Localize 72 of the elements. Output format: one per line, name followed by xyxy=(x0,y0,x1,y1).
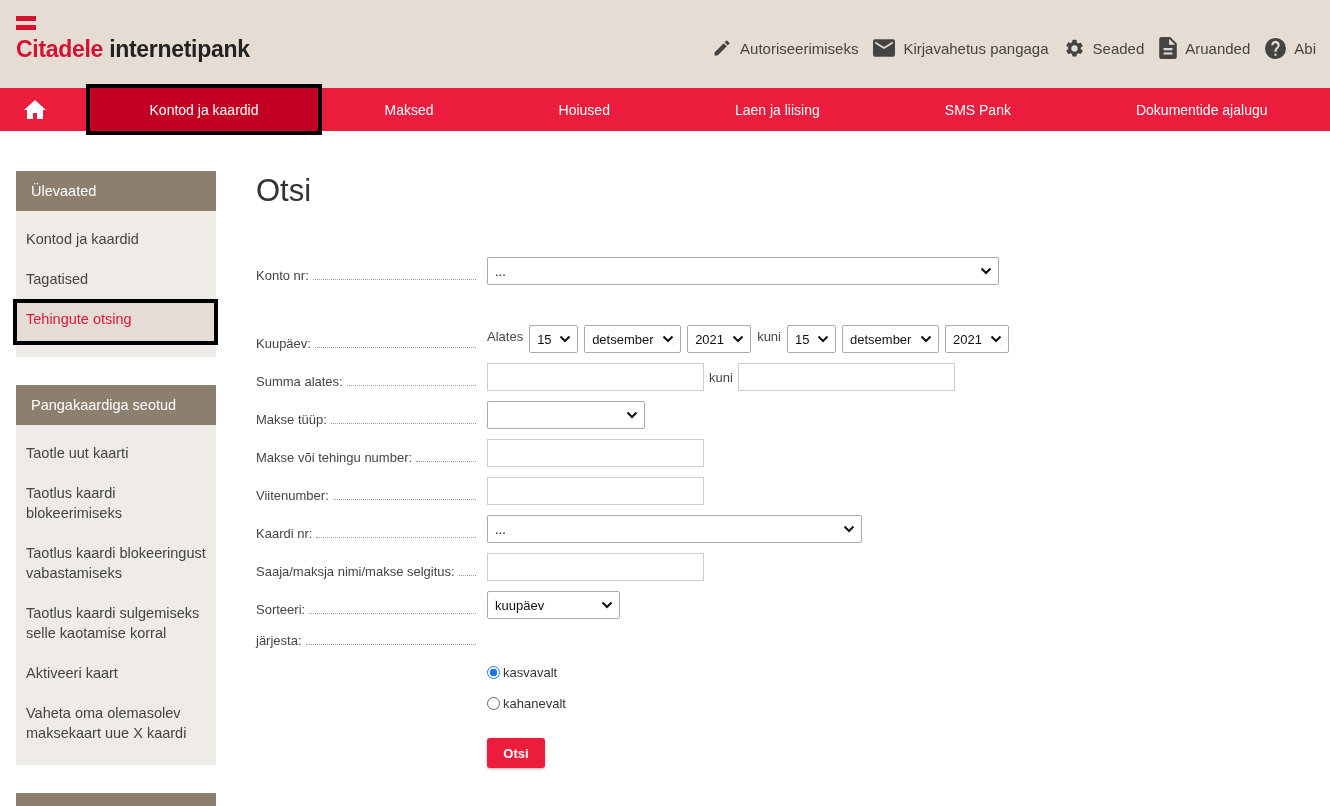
text-input[interactable] xyxy=(487,553,704,581)
date-to-label: kuni xyxy=(757,328,781,344)
date-from-label: Alates xyxy=(487,328,524,344)
sidebar-item[interactable]: Taotlus kaardi sulgemiseks selle kaotamise korral xyxy=(16,593,216,653)
select-field[interactable]: detsember xyxy=(842,325,939,353)
radio-button[interactable] xyxy=(487,666,500,679)
sidebar-item[interactable]: Aktiveeri kaart xyxy=(16,653,216,693)
logo-text[interactable]: Citadele internetipank xyxy=(16,36,250,63)
field-label: Summa alates: xyxy=(256,374,343,389)
search-button[interactable]: Otsi xyxy=(487,738,545,768)
nav-tab[interactable]: SMS Pank xyxy=(882,88,1074,131)
text-input[interactable] xyxy=(487,477,704,505)
range-label: kuni xyxy=(709,369,733,385)
select-field[interactable]: 15 xyxy=(787,325,836,353)
radio-button[interactable] xyxy=(487,697,500,710)
top-link[interactable]: Kirjavahetus pangaga xyxy=(873,37,1049,59)
top-link[interactable]: Seaded xyxy=(1063,37,1145,59)
field-label: Saaja/maksja nimi/makse selgitus: xyxy=(256,564,455,579)
top-link[interactable]: Abi xyxy=(1265,37,1316,59)
field-label: Makse või tehingu number: xyxy=(256,450,413,465)
field-label: Sorteeri: xyxy=(256,602,306,617)
field-label: Viitenumber: xyxy=(256,488,329,503)
field-label: Makse tüüp: xyxy=(256,412,327,427)
select-field[interactable]: 15 xyxy=(529,325,579,353)
logo-bars-icon xyxy=(16,16,36,30)
sidebar-item[interactable]: Taotlus kaardi blokeerimiseks xyxy=(16,473,216,533)
select-field[interactable]: 2021 xyxy=(945,325,1009,353)
sidebar-item[interactable]: Tagatised xyxy=(16,259,216,299)
nav-tab[interactable]: Kontod ja kaardid xyxy=(86,84,322,135)
field-label: Konto nr: xyxy=(256,268,309,283)
amount-to-input[interactable] xyxy=(737,363,955,391)
select-field[interactable]: 2021 xyxy=(687,325,752,353)
radio-label[interactable]: kasvavalt xyxy=(503,665,558,680)
sidebar-item[interactable]: Vaheta oma olemasolev maksekaart uue X kaardi xyxy=(16,693,216,753)
sidebar-item[interactable]: Taotlus kaardi blokeeringust vabastamiseks xyxy=(16,533,216,593)
chevron-icon xyxy=(980,267,992,275)
chevron-icon xyxy=(662,335,675,343)
field-label: järjesta: xyxy=(256,633,302,648)
top-link[interactable]: Autoriseerimiseks xyxy=(712,37,859,59)
select-field[interactable] xyxy=(487,401,645,429)
document-icon xyxy=(1159,37,1178,59)
nav-tab[interactable]: Hoiused xyxy=(496,88,673,131)
nav-tab[interactable]: Laen ja liising xyxy=(672,88,883,131)
chevron-icon xyxy=(559,335,572,343)
chevron-icon xyxy=(732,335,745,343)
text-input[interactable] xyxy=(487,439,704,467)
chevron-icon xyxy=(990,335,1002,343)
envelope-icon xyxy=(873,39,896,57)
amount-from-input[interactable] xyxy=(487,363,704,391)
sidebar-item[interactable]: Kontod ja kaardid xyxy=(16,219,216,259)
nav-tab[interactable]: Dokumentide ajalugu xyxy=(1073,88,1330,131)
chevron-icon xyxy=(601,601,613,609)
radio-label[interactable]: kahanevalt xyxy=(503,696,566,711)
page-title: Otsi xyxy=(256,173,313,209)
settings-icon xyxy=(1063,37,1085,59)
field-label: Kuupäev: xyxy=(256,336,311,351)
chevron-icon xyxy=(817,335,829,343)
select-field[interactable]: detsember xyxy=(584,325,682,353)
select-field[interactable]: kuupäev xyxy=(487,591,620,619)
sidebar-heading: Ülevaated xyxy=(16,171,216,211)
select-field[interactable]: ... xyxy=(487,515,862,543)
chevron-icon xyxy=(843,525,855,533)
sidebar-item[interactable]: Tehingute otsing xyxy=(13,299,218,345)
select-field[interactable]: ... xyxy=(487,257,999,285)
sidebar-item[interactable]: Taotle uut kaarti xyxy=(16,433,216,473)
chevron-icon xyxy=(920,335,932,343)
nav-tab[interactable]: Maksed xyxy=(322,88,497,131)
field-label: Kaardi nr: xyxy=(256,526,313,541)
help-icon xyxy=(1265,37,1287,59)
chevron-icon xyxy=(626,411,638,419)
top-link[interactable]: Aruanded xyxy=(1159,37,1251,59)
sidebar-heading: Pangakaardiga seotud xyxy=(16,385,216,425)
